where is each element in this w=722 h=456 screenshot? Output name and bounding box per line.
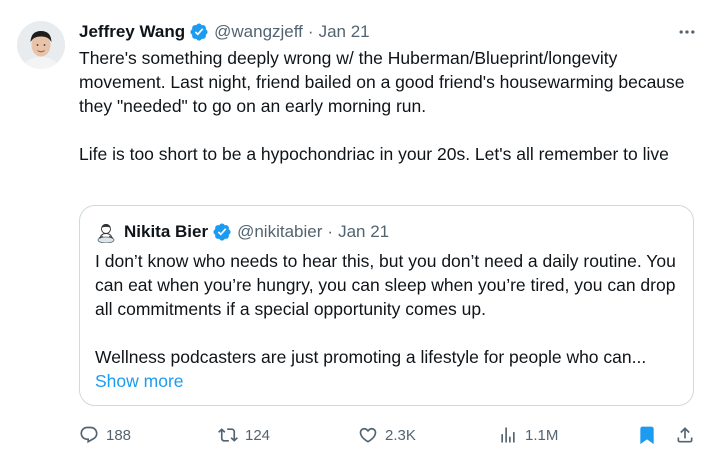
tweet-date[interactable]: Jan 21 — [319, 22, 370, 42]
heart-icon — [359, 427, 377, 443]
bookmark-button[interactable] — [637, 422, 664, 448]
quoted-header-separator: · — [327, 222, 334, 241]
tweet-text: There's something deeply wrong w/ the Hu… — [79, 46, 691, 166]
bookmark-icon — [640, 426, 654, 445]
like-count: 2.3K — [385, 426, 416, 444]
quoted-tweet-date[interactable]: Jan 21 — [338, 222, 389, 242]
quoted-paragraph: I don’t know who needs to hear this, but… — [95, 251, 676, 319]
reply-icon — [80, 426, 98, 444]
more-button[interactable] — [672, 20, 702, 44]
share-button[interactable] — [675, 422, 702, 448]
views-count: 1.1M — [525, 426, 559, 444]
tweet-header: Jeffrey Wang @wangzjeff · Jan 21 — [79, 20, 370, 44]
reply-count: 188 — [106, 426, 132, 444]
quoted-author-handle[interactable]: @nikitabier — [237, 222, 322, 242]
share-icon — [677, 427, 693, 443]
show-more-link[interactable]: Show more — [95, 369, 690, 393]
verified-badge-icon — [190, 23, 208, 41]
repost-count: 124 — [245, 426, 271, 444]
views-icon — [501, 427, 515, 443]
repost-icon — [218, 428, 238, 442]
action-bar: 188 124 2.3K 1.1M — [79, 422, 699, 448]
author-handle[interactable]: @wangzjeff — [214, 22, 303, 42]
quoted-paragraph: Wellness podcasters are just promoting a… — [95, 347, 647, 367]
header-separator: · — [307, 22, 314, 41]
repost-button[interactable]: 124 — [218, 422, 270, 448]
tweet-paragraph: There's something deeply wrong w/ the Hu… — [79, 48, 685, 116]
author-avatar[interactable] — [17, 21, 65, 69]
quoted-author-name[interactable]: Nikita Bier — [124, 222, 208, 242]
quoted-tweet-header: Nikita Bier @nikitabier · Jan 21 — [95, 220, 389, 244]
more-icon — [679, 30, 695, 34]
like-button[interactable]: 2.3K — [358, 422, 416, 448]
tweet[interactable]: Jeffrey Wang @wangzjeff · Jan 21 There's… — [0, 0, 722, 456]
quoted-author-avatar[interactable] — [95, 221, 117, 243]
author-name[interactable]: Jeffrey Wang — [79, 22, 185, 42]
verified-badge-icon — [213, 223, 231, 241]
reply-button[interactable]: 188 — [79, 422, 131, 448]
quoted-tweet[interactable]: Nikita Bier @nikitabier · Jan 21 I don’t… — [79, 205, 694, 406]
quoted-tweet-text: I don’t know who needs to hear this, but… — [95, 249, 690, 393]
views-button[interactable]: 1.1M — [498, 422, 558, 448]
tweet-paragraph: Life is too short to be a hypochondriac … — [79, 144, 669, 164]
